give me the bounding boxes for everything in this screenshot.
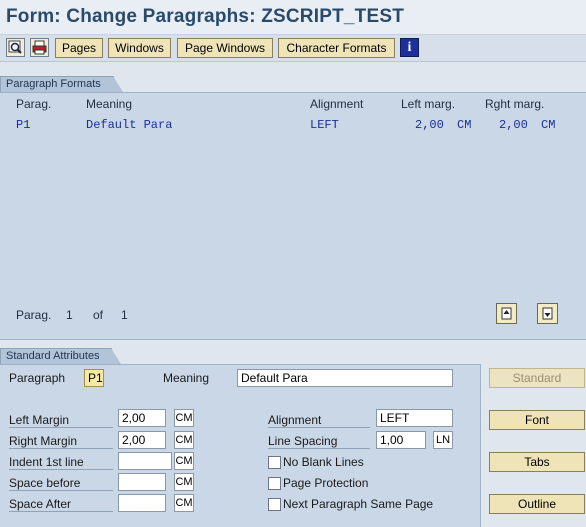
column-header-left-marg: Left marg.: [401, 97, 456, 111]
application-toolbar: Pages Windows Page Windows Character For…: [0, 35, 586, 62]
footer-of-label: of: [93, 308, 104, 322]
space-after-label: Space After: [9, 497, 113, 512]
info-icon[interactable]: i: [400, 38, 419, 57]
line-spacing-unit[interactable]: LN: [433, 431, 453, 449]
column-header-alignment: Alignment: [310, 97, 364, 111]
page-title: Form: Change Paragraphs: ZSCRIPT_TEST: [6, 6, 405, 27]
alignment-label: Alignment: [268, 413, 370, 428]
title-bar: Form: Change Paragraphs: ZSCRIPT_TEST: [0, 0, 586, 35]
row-right-unit[interactable]: CM: [541, 118, 555, 132]
outline-button[interactable]: Outline: [489, 494, 585, 514]
space-after-unit[interactable]: CM: [174, 494, 194, 512]
next-paragraph-same-page-checkbox[interactable]: [268, 498, 281, 511]
space-before-unit[interactable]: CM: [174, 473, 194, 491]
alignment-field[interactable]: LEFT: [376, 409, 453, 427]
page-protection-label: Page Protection: [283, 476, 369, 490]
page-down-icon[interactable]: [537, 303, 558, 324]
right-margin-unit[interactable]: CM: [174, 431, 194, 449]
footer-parag-label: Parag.: [16, 308, 52, 322]
paragraph-field[interactable]: P1: [84, 369, 104, 387]
next-paragraph-same-page-label: Next Paragraph Same Page: [283, 497, 434, 511]
character-formats-button[interactable]: Character Formats: [278, 38, 395, 58]
indent-label: Indent 1st line: [9, 455, 113, 470]
row-alignment[interactable]: LEFT: [310, 118, 339, 132]
right-margin-label: Right Margin: [9, 434, 113, 449]
left-margin-field[interactable]: 2,00: [118, 409, 166, 427]
line-spacing-field[interactable]: 1,00: [376, 431, 426, 449]
footer-total: 1: [121, 308, 128, 322]
page-protection-checkbox[interactable]: [268, 477, 281, 490]
tabs-button[interactable]: Tabs: [489, 452, 585, 472]
space-after-field[interactable]: [118, 494, 166, 512]
footer-current: 1: [66, 308, 73, 322]
row-left-marg[interactable]: 2,00: [415, 118, 444, 132]
row-right-marg[interactable]: 2,00: [499, 118, 528, 132]
paragraph-label: Paragraph: [9, 371, 66, 385]
display-icon[interactable]: [6, 38, 25, 57]
space-before-field[interactable]: [118, 473, 166, 491]
indent-field[interactable]: [118, 452, 172, 470]
meaning-field[interactable]: Default Para: [237, 369, 453, 387]
windows-button[interactable]: Windows: [108, 38, 171, 58]
column-header-parag: Parag.: [16, 97, 52, 111]
standard-button[interactable]: Standard: [489, 368, 585, 388]
standard-attributes-tab: Standard Attributes: [0, 348, 121, 364]
paragraph-formats-tab: Paragraph Formats: [0, 76, 123, 92]
page-windows-button[interactable]: Page Windows: [177, 38, 273, 58]
column-header-meaning: Meaning: [86, 97, 133, 111]
row-left-unit[interactable]: CM: [457, 118, 471, 132]
right-margin-field[interactable]: 2,00: [118, 431, 166, 449]
pages-button[interactable]: Pages: [55, 38, 103, 58]
left-margin-label: Left Margin: [9, 413, 113, 428]
page-up-icon[interactable]: [496, 303, 517, 324]
column-header-right-marg: Rght marg.: [485, 97, 545, 111]
line-spacing-label: Line Spacing: [268, 434, 370, 449]
no-blank-lines-label: No Blank Lines: [283, 455, 364, 469]
left-margin-unit[interactable]: CM: [174, 409, 194, 427]
meaning-label: Meaning: [163, 371, 210, 385]
row-parag[interactable]: P1: [16, 118, 30, 132]
font-button[interactable]: Font: [489, 410, 585, 430]
indent-unit[interactable]: CM: [174, 452, 194, 470]
no-blank-lines-checkbox[interactable]: [268, 456, 281, 469]
print-icon[interactable]: [30, 38, 49, 57]
row-meaning[interactable]: Default Para: [86, 118, 172, 132]
space-before-label: Space before: [9, 476, 113, 491]
